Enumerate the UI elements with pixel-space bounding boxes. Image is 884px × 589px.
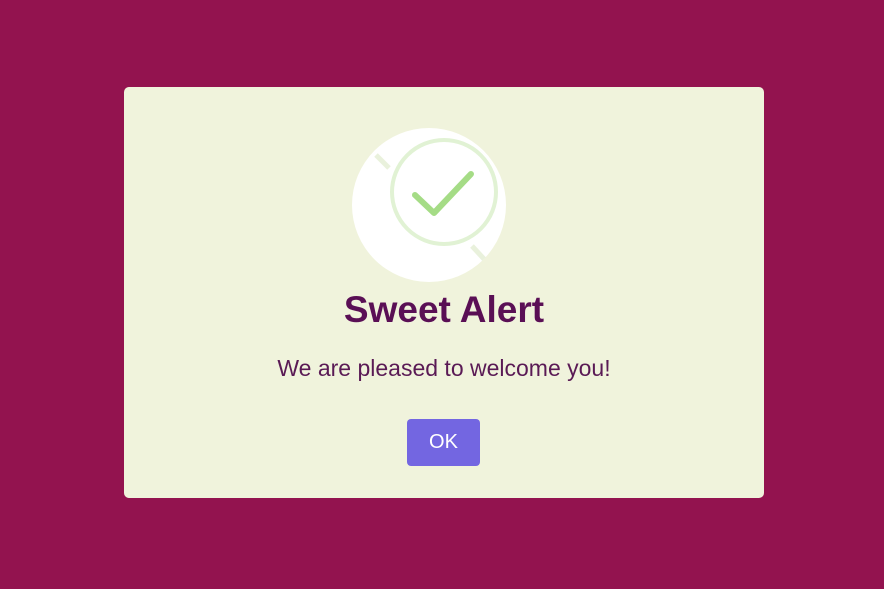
alert-dialog: Sweet Alert We are pleased to welcome yo…	[124, 87, 764, 498]
success-check-icon	[352, 128, 507, 283]
dialog-message: We are pleased to welcome you!	[277, 355, 611, 381]
ok-button[interactable]: OK	[407, 419, 480, 466]
dialog-title: Sweet Alert	[343, 289, 545, 330]
